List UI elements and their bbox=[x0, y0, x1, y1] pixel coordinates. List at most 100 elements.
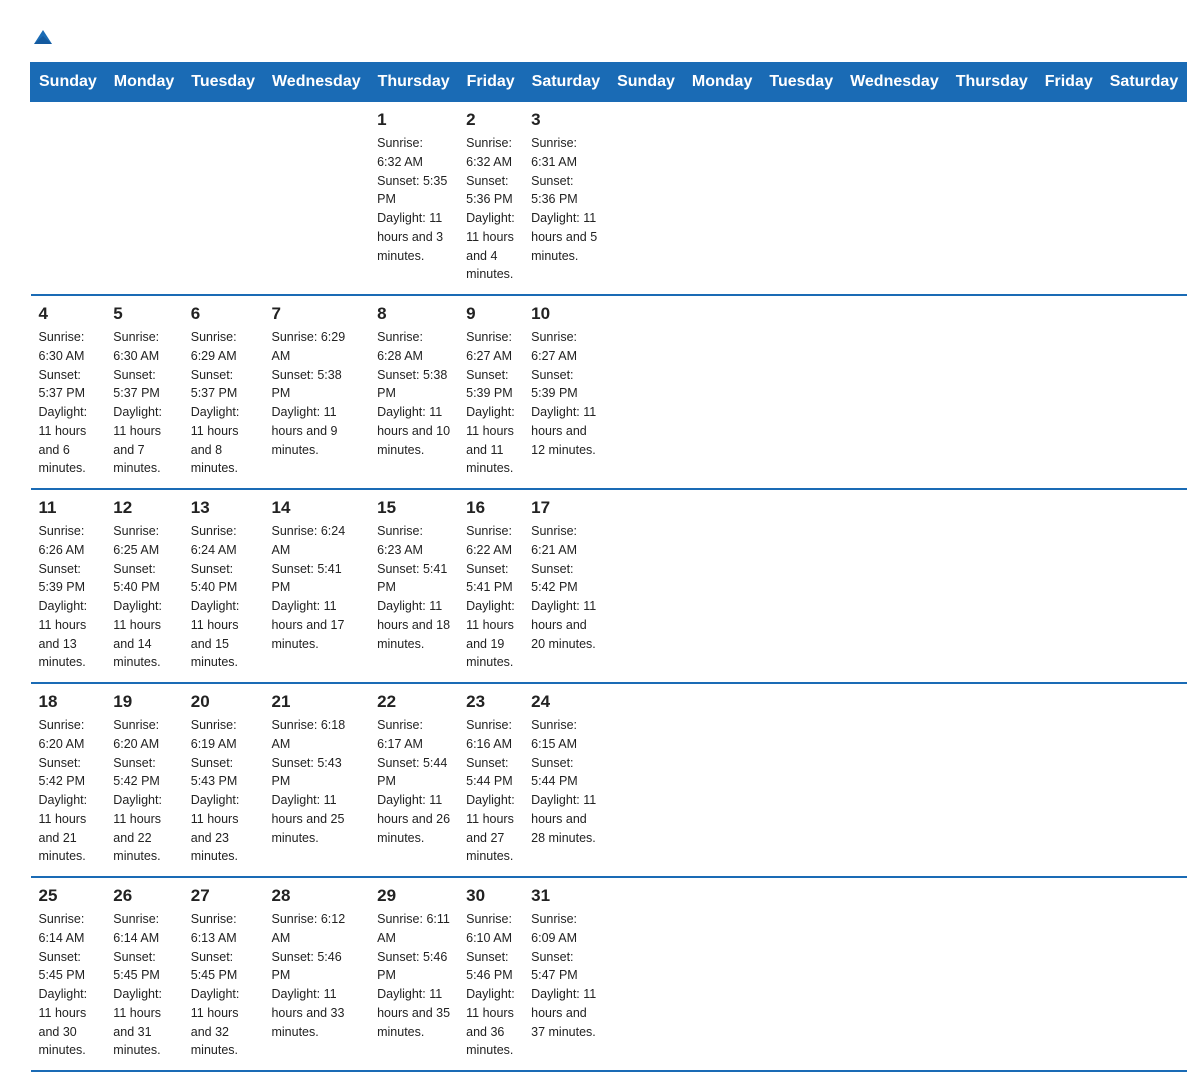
header-saturday: Saturday bbox=[523, 63, 608, 102]
day-cell: 18 Sunrise: 6:20 AMSunset: 5:42 PMDayligh… bbox=[31, 683, 106, 877]
day-info: Sunrise: 6:30 AMSunset: 5:37 PMDaylight:… bbox=[113, 328, 174, 478]
day-info: Sunrise: 6:23 AMSunset: 5:41 PMDaylight:… bbox=[377, 522, 450, 653]
day-number: 29 bbox=[377, 886, 450, 906]
day-info: Sunrise: 6:20 AMSunset: 5:42 PMDaylight:… bbox=[113, 716, 174, 866]
day-number: 25 bbox=[39, 886, 98, 906]
day-number: 7 bbox=[271, 304, 361, 324]
header-sunday: Sunday bbox=[31, 63, 106, 102]
day-number: 8 bbox=[377, 304, 450, 324]
day-info: Sunrise: 6:14 AMSunset: 5:45 PMDaylight:… bbox=[39, 910, 98, 1060]
day-info: Sunrise: 6:19 AMSunset: 5:43 PMDaylight:… bbox=[191, 716, 256, 866]
day-info: Sunrise: 6:31 AMSunset: 5:36 PMDaylight:… bbox=[531, 134, 600, 265]
day-number: 15 bbox=[377, 498, 450, 518]
day-info: Sunrise: 6:30 AMSunset: 5:37 PMDaylight:… bbox=[39, 328, 98, 478]
day-info: Sunrise: 6:20 AMSunset: 5:42 PMDaylight:… bbox=[39, 716, 98, 866]
day-number: 28 bbox=[271, 886, 361, 906]
day-cell: 29 Sunrise: 6:11 AMSunset: 5:46 PMDayligh… bbox=[369, 877, 458, 1071]
day-cell: 26 Sunrise: 6:14 AMSunset: 5:45 PMDayligh… bbox=[105, 877, 182, 1071]
day-info: Sunrise: 6:24 AMSunset: 5:40 PMDaylight:… bbox=[191, 522, 256, 672]
week-row-2: 4 Sunrise: 6:30 AMSunset: 5:37 PMDaylight… bbox=[31, 295, 1187, 489]
logo bbox=[30, 28, 54, 44]
day-number: 20 bbox=[191, 692, 256, 712]
day-info: Sunrise: 6:25 AMSunset: 5:40 PMDaylight:… bbox=[113, 522, 174, 672]
day-cell: 24Sunrise: 6:15 AMSunset: 5:44 PMDayligh… bbox=[523, 683, 608, 877]
day-info: Sunrise: 6:11 AMSunset: 5:46 PMDaylight:… bbox=[377, 910, 450, 1041]
day-cell: 7Sunrise: 6:29 AMSunset: 5:38 PMDaylight… bbox=[263, 295, 369, 489]
day-cell: 20 Sunrise: 6:19 AMSunset: 5:43 PMDayligh… bbox=[183, 683, 264, 877]
header-thursday: Thursday bbox=[369, 63, 458, 102]
day-cell: 13Sunrise: 6:24 AMSunset: 5:40 PMDayligh… bbox=[183, 489, 264, 683]
day-cell: 5 Sunrise: 6:30 AMSunset: 5:37 PMDaylight… bbox=[105, 295, 182, 489]
day-info: Sunrise: 6:21 AMSunset: 5:42 PMDaylight:… bbox=[531, 522, 600, 653]
day-cell: 16 Sunrise: 6:22 AMSunset: 5:41 PMDayligh… bbox=[458, 489, 523, 683]
day-cell: 19Sunrise: 6:20 AMSunset: 5:42 PMDayligh… bbox=[105, 683, 182, 877]
day-info: Sunrise: 6:13 AMSunset: 5:45 PMDaylight:… bbox=[191, 910, 256, 1060]
day-number: 26 bbox=[113, 886, 174, 906]
day-cell: 15 Sunrise: 6:23 AMSunset: 5:41 PMDayligh… bbox=[369, 489, 458, 683]
day-info: Sunrise: 6:32 AMSunset: 5:35 PMDaylight:… bbox=[377, 134, 450, 265]
day-number: 4 bbox=[39, 304, 98, 324]
header-day-saturday: Saturday bbox=[1101, 63, 1186, 102]
day-number: 12 bbox=[113, 498, 174, 518]
header-tuesday: Tuesday bbox=[183, 63, 264, 102]
day-cell: 23 Sunrise: 6:16 AMSunset: 5:44 PMDayligh… bbox=[458, 683, 523, 877]
day-number: 6 bbox=[191, 304, 256, 324]
calendar-header-row: SundayMondayTuesdayWednesdayThursdayFrid… bbox=[31, 63, 1187, 102]
day-cell: 14Sunrise: 6:24 AMSunset: 5:41 PMDayligh… bbox=[263, 489, 369, 683]
day-cell: 27 Sunrise: 6:13 AMSunset: 5:45 PMDayligh… bbox=[183, 877, 264, 1071]
day-cell: 9 Sunrise: 6:27 AMSunset: 5:39 PMDaylight… bbox=[458, 295, 523, 489]
day-info: Sunrise: 6:15 AMSunset: 5:44 PMDaylight:… bbox=[531, 716, 600, 847]
day-info: Sunrise: 6:32 AMSunset: 5:36 PMDaylight:… bbox=[466, 134, 515, 284]
day-number: 10 bbox=[531, 304, 600, 324]
day-info: Sunrise: 6:16 AMSunset: 5:44 PMDaylight:… bbox=[466, 716, 515, 866]
day-cell: 17 Sunrise: 6:21 AMSunset: 5:42 PMDayligh… bbox=[523, 489, 608, 683]
day-number: 3 bbox=[531, 110, 600, 130]
day-cell bbox=[31, 102, 106, 296]
day-info: Sunrise: 6:28 AMSunset: 5:38 PMDaylight:… bbox=[377, 328, 450, 459]
day-number: 17 bbox=[531, 498, 600, 518]
day-number: 16 bbox=[466, 498, 515, 518]
header-monday: Monday bbox=[105, 63, 182, 102]
day-number: 14 bbox=[271, 498, 361, 518]
day-cell: 3 Sunrise: 6:31 AMSunset: 5:36 PMDaylight… bbox=[523, 102, 608, 296]
day-info: Sunrise: 6:27 AMSunset: 5:39 PMDaylight:… bbox=[531, 328, 600, 459]
day-cell bbox=[105, 102, 182, 296]
header-day-thursday: Thursday bbox=[947, 63, 1036, 102]
logo-icon bbox=[32, 26, 54, 48]
day-info: Sunrise: 6:29 AMSunset: 5:37 PMDaylight:… bbox=[191, 328, 256, 478]
header-day-sunday: Sunday bbox=[609, 63, 684, 102]
header-day-wednesday: Wednesday bbox=[842, 63, 948, 102]
day-info: Sunrise: 6:18 AMSunset: 5:43 PMDaylight:… bbox=[271, 716, 361, 847]
day-cell: 25 Sunrise: 6:14 AMSunset: 5:45 PMDayligh… bbox=[31, 877, 106, 1071]
header-day-monday: Monday bbox=[683, 63, 760, 102]
day-cell: 21Sunrise: 6:18 AMSunset: 5:43 PMDayligh… bbox=[263, 683, 369, 877]
day-number: 31 bbox=[531, 886, 600, 906]
day-cell: 11Sunrise: 6:26 AMSunset: 5:39 PMDayligh… bbox=[31, 489, 106, 683]
day-cell bbox=[183, 102, 264, 296]
day-number: 30 bbox=[466, 886, 515, 906]
day-number: 11 bbox=[39, 498, 98, 518]
week-row-5: 25 Sunrise: 6:14 AMSunset: 5:45 PMDayligh… bbox=[31, 877, 1187, 1071]
day-cell: 28 Sunrise: 6:12 AMSunset: 5:46 PMDayligh… bbox=[263, 877, 369, 1071]
day-cell: 12 Sunrise: 6:25 AMSunset: 5:40 PMDayligh… bbox=[105, 489, 182, 683]
day-number: 5 bbox=[113, 304, 174, 324]
day-cell: 10 Sunrise: 6:27 AMSunset: 5:39 PMDayligh… bbox=[523, 295, 608, 489]
day-info: Sunrise: 6:14 AMSunset: 5:45 PMDaylight:… bbox=[113, 910, 174, 1060]
week-row-1: 1 Sunrise: 6:32 AMSunset: 5:35 PMDaylight… bbox=[31, 102, 1187, 296]
day-info: Sunrise: 6:12 AMSunset: 5:46 PMDaylight:… bbox=[271, 910, 361, 1041]
day-cell: 22Sunrise: 6:17 AMSunset: 5:44 PMDayligh… bbox=[369, 683, 458, 877]
day-number: 23 bbox=[466, 692, 515, 712]
page-header bbox=[30, 20, 1158, 44]
day-info: Sunrise: 6:09 AMSunset: 5:47 PMDaylight:… bbox=[531, 910, 600, 1041]
header-wednesday: Wednesday bbox=[263, 63, 369, 102]
header-day-tuesday: Tuesday bbox=[761, 63, 842, 102]
day-info: Sunrise: 6:22 AMSunset: 5:41 PMDaylight:… bbox=[466, 522, 515, 672]
day-info: Sunrise: 6:27 AMSunset: 5:39 PMDaylight:… bbox=[466, 328, 515, 478]
day-cell: 2Sunrise: 6:32 AMSunset: 5:36 PMDaylight… bbox=[458, 102, 523, 296]
day-number: 1 bbox=[377, 110, 450, 130]
day-number: 18 bbox=[39, 692, 98, 712]
week-row-3: 11Sunrise: 6:26 AMSunset: 5:39 PMDayligh… bbox=[31, 489, 1187, 683]
day-cell: 30Sunrise: 6:10 AMSunset: 5:46 PMDayligh… bbox=[458, 877, 523, 1071]
day-number: 9 bbox=[466, 304, 515, 324]
day-number: 27 bbox=[191, 886, 256, 906]
